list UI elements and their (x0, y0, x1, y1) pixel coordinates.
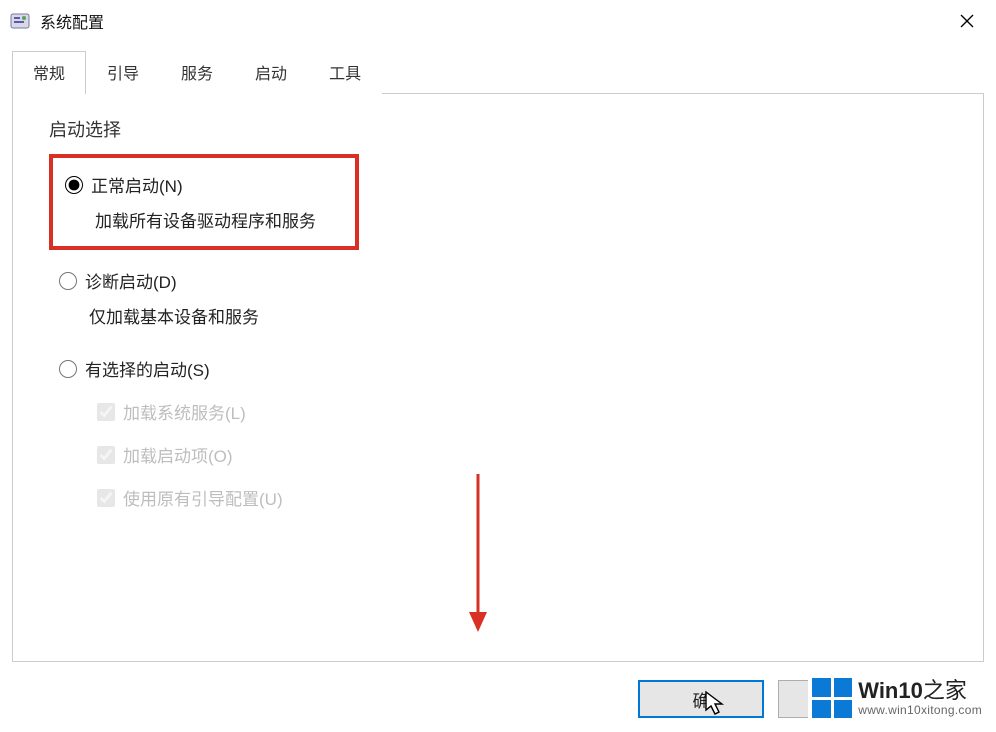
windows-logo-icon (812, 678, 852, 718)
radio-normal-desc: 加载所有设备驱动程序和服务 (95, 207, 343, 232)
startup-selection-group: 启动选择 正常启动(N) 加载所有设备驱动程序和服务 诊断启动(D) 仅加载基本… (41, 116, 955, 510)
tab-services[interactable]: 服务 (160, 51, 234, 94)
radio-selective-input[interactable] (59, 360, 77, 378)
check-load-services-label: 加载系统服务(L) (123, 399, 246, 424)
radio-normal-startup[interactable]: 正常启动(N) (65, 172, 343, 197)
check-original-boot: 使用原有引导配置(U) (97, 485, 955, 510)
ok-button[interactable]: 确 (638, 680, 764, 718)
radio-normal-input[interactable] (65, 176, 83, 194)
highlight-annotation: 正常启动(N) 加载所有设备驱动程序和服务 (49, 154, 359, 250)
radio-selective-startup[interactable]: 有选择的启动(S) (59, 356, 955, 381)
radio-diagnostic-input[interactable] (59, 272, 77, 290)
check-original-boot-label: 使用原有引导配置(U) (123, 485, 283, 510)
watermark-title: Win10之家 (858, 679, 982, 703)
radio-diagnostic-block: 诊断启动(D) 仅加载基本设备和服务 (59, 268, 955, 328)
check-load-startup: 加载启动项(O) (97, 442, 955, 467)
watermark-url: www.win10xitong.com (858, 704, 982, 717)
radio-normal-label: 正常启动(N) (91, 172, 183, 197)
close-button[interactable] (944, 4, 990, 38)
check-load-startup-label: 加载启动项(O) (123, 442, 233, 467)
check-load-startup-input (97, 446, 115, 464)
app-icon (10, 11, 30, 31)
tab-tools[interactable]: 工具 (308, 51, 382, 94)
radio-selective-label: 有选择的启动(S) (85, 356, 210, 381)
check-load-services: 加载系统服务(L) (97, 399, 955, 424)
tab-general[interactable]: 常规 (12, 51, 86, 94)
window-title: 系统配置 (40, 9, 104, 33)
radio-diagnostic-label: 诊断启动(D) (85, 268, 177, 293)
close-icon (960, 14, 974, 28)
tab-boot[interactable]: 引导 (86, 51, 160, 94)
radio-diagnostic-startup[interactable]: 诊断启动(D) (59, 268, 955, 293)
tab-startup[interactable]: 启动 (234, 51, 308, 94)
general-panel: 启动选择 正常启动(N) 加载所有设备驱动程序和服务 诊断启动(D) 仅加载基本… (12, 94, 984, 662)
group-title: 启动选择 (49, 116, 955, 142)
title-bar: 系统配置 (0, 0, 996, 42)
check-original-boot-input (97, 489, 115, 507)
watermark: Win10之家 www.win10xitong.com (808, 676, 986, 718)
radio-selective-block: 有选择的启动(S) (59, 356, 955, 381)
radio-diagnostic-desc: 仅加载基本设备和服务 (89, 303, 955, 328)
tab-strip: 常规 引导 服务 启动 工具 (12, 50, 984, 94)
check-load-services-input (97, 403, 115, 421)
